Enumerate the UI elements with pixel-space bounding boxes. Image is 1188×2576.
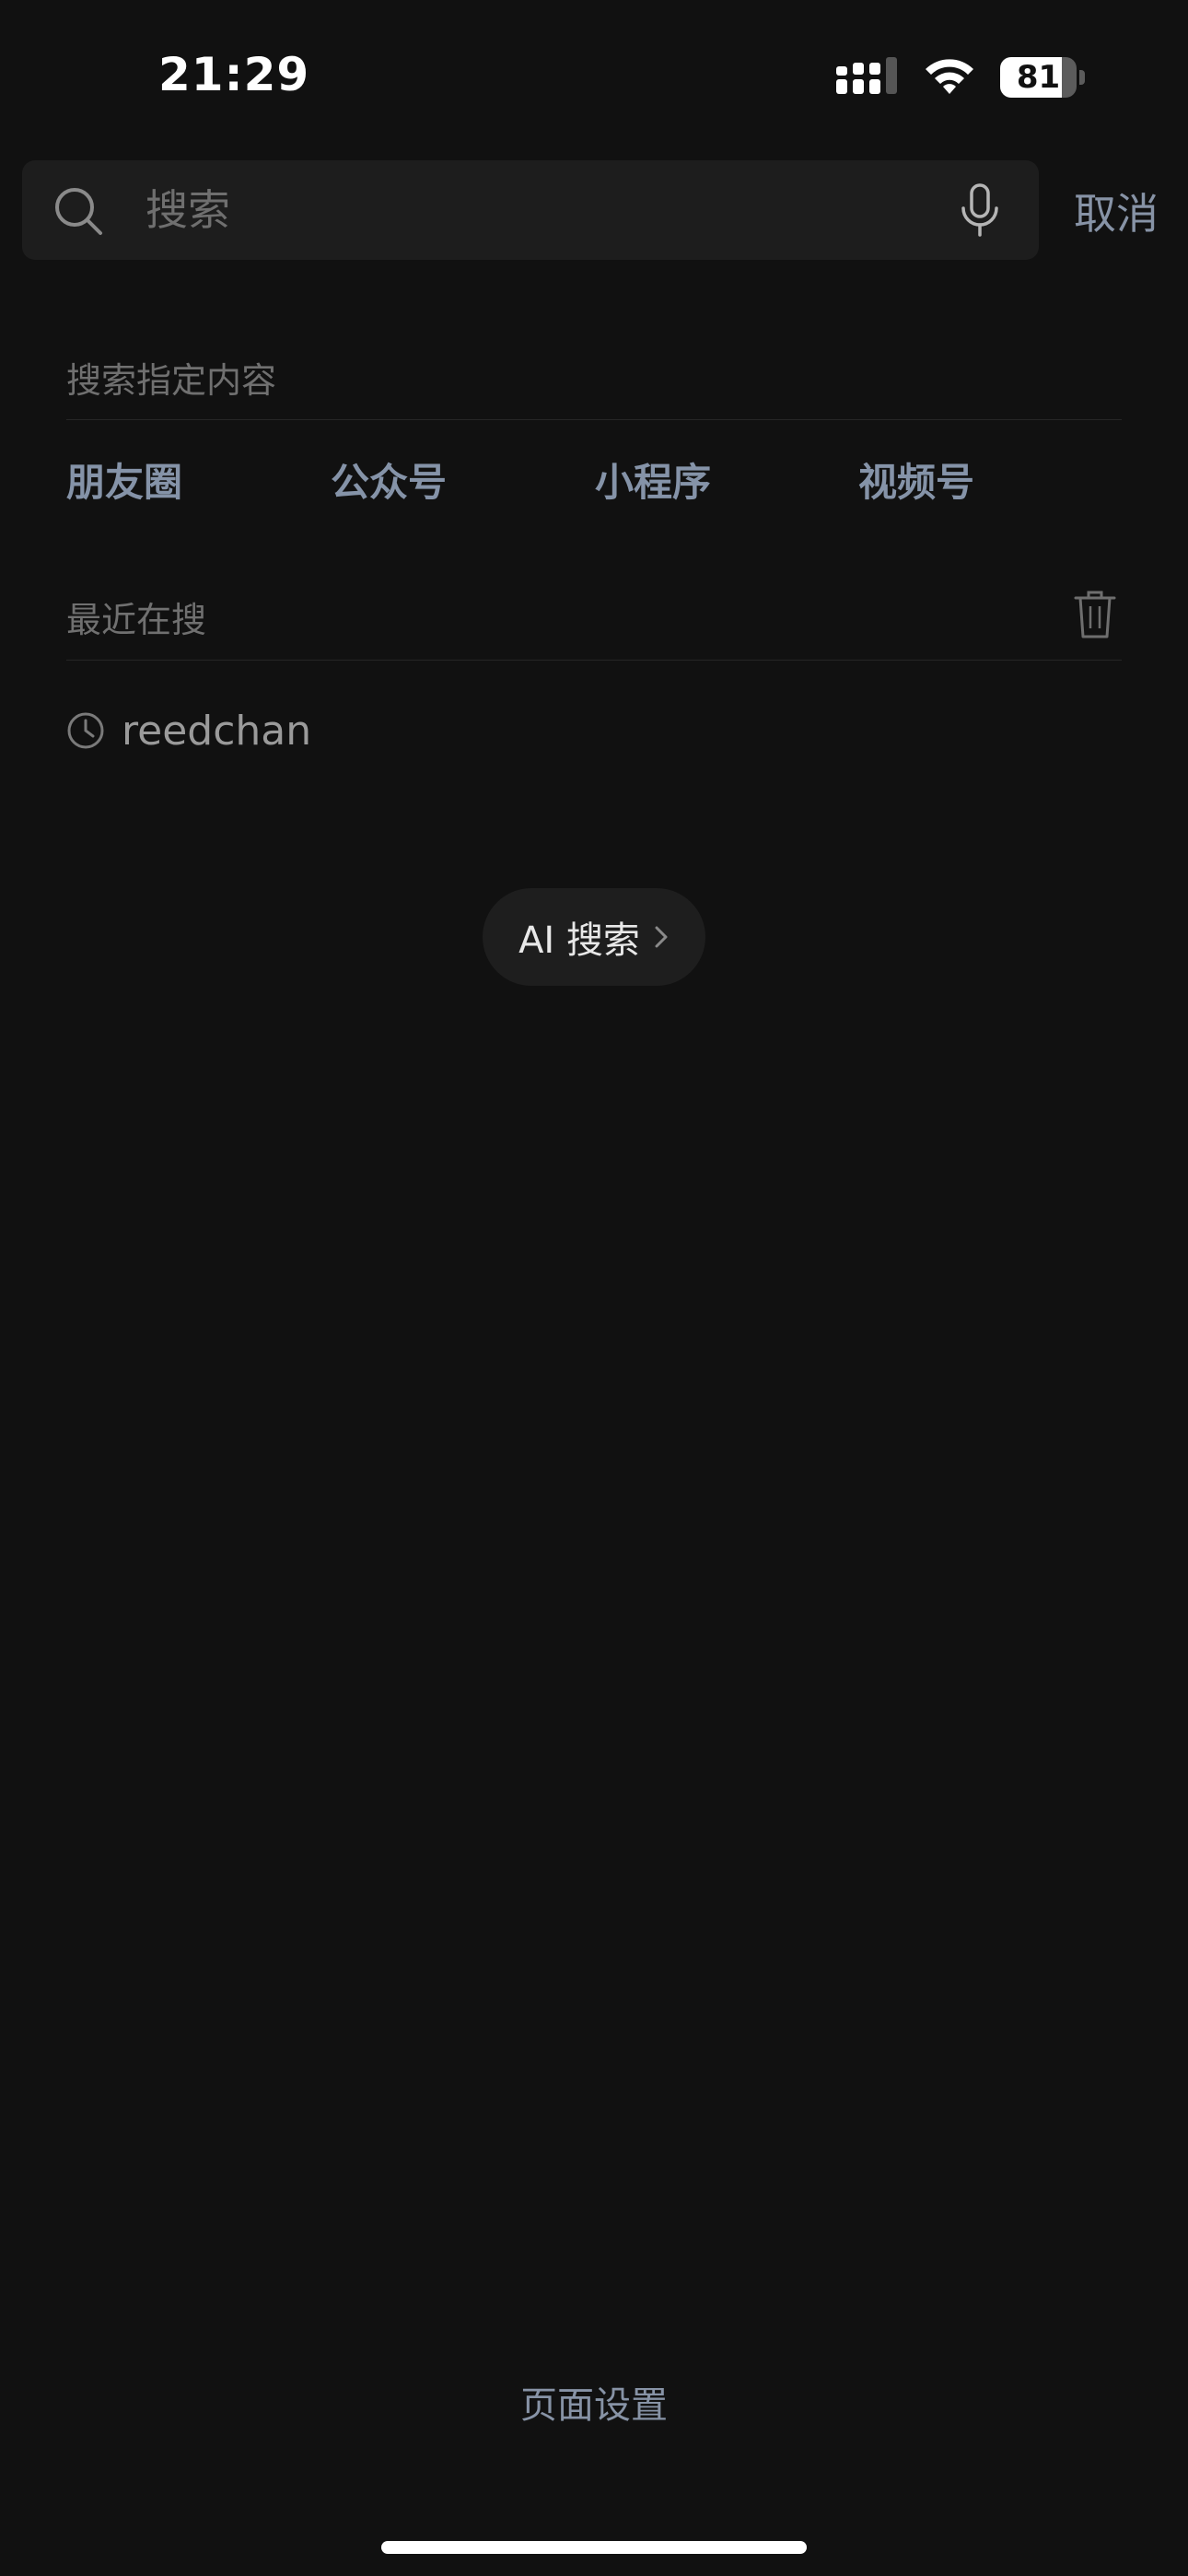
- search-input[interactable]: [123, 160, 956, 260]
- battery-icon: 81: [1000, 57, 1085, 98]
- recent-search-text: reedchan: [122, 707, 312, 755]
- chevron-right-icon: [655, 926, 668, 948]
- search-icon: [55, 188, 102, 235]
- search-bar[interactable]: [22, 160, 1039, 260]
- recent-searches-title: 最近在搜: [66, 600, 207, 640]
- microphone-icon[interactable]: [958, 182, 1002, 238]
- recent-search-item[interactable]: reedchan: [66, 700, 311, 761]
- home-indicator[interactable]: [381, 2541, 807, 2554]
- page-settings-link[interactable]: 页面设置: [0, 2375, 1188, 2429]
- trash-icon[interactable]: [1074, 590, 1116, 639]
- battery-level: 81: [1016, 59, 1061, 96]
- wifi-icon: [926, 59, 973, 94]
- category-mini-programs[interactable]: 小程序: [595, 451, 711, 508]
- divider: [66, 419, 1122, 420]
- specified-content-title: 搜索指定内容: [66, 360, 277, 401]
- status-icons: 81: [836, 55, 1085, 100]
- clock-icon: [67, 712, 104, 749]
- divider: [66, 660, 1122, 661]
- ai-search-label: AI 搜索: [518, 919, 640, 962]
- category-official-accounts[interactable]: 公众号: [331, 451, 447, 508]
- category-moments[interactable]: 朋友圈: [66, 451, 182, 508]
- ai-search-button[interactable]: AI 搜索: [483, 888, 705, 986]
- cellular-signal-icon: [836, 57, 897, 94]
- status-time: 21:29: [158, 48, 310, 101]
- category-channels[interactable]: 视频号: [858, 451, 974, 508]
- cancel-button[interactable]: 取消: [1074, 181, 1159, 241]
